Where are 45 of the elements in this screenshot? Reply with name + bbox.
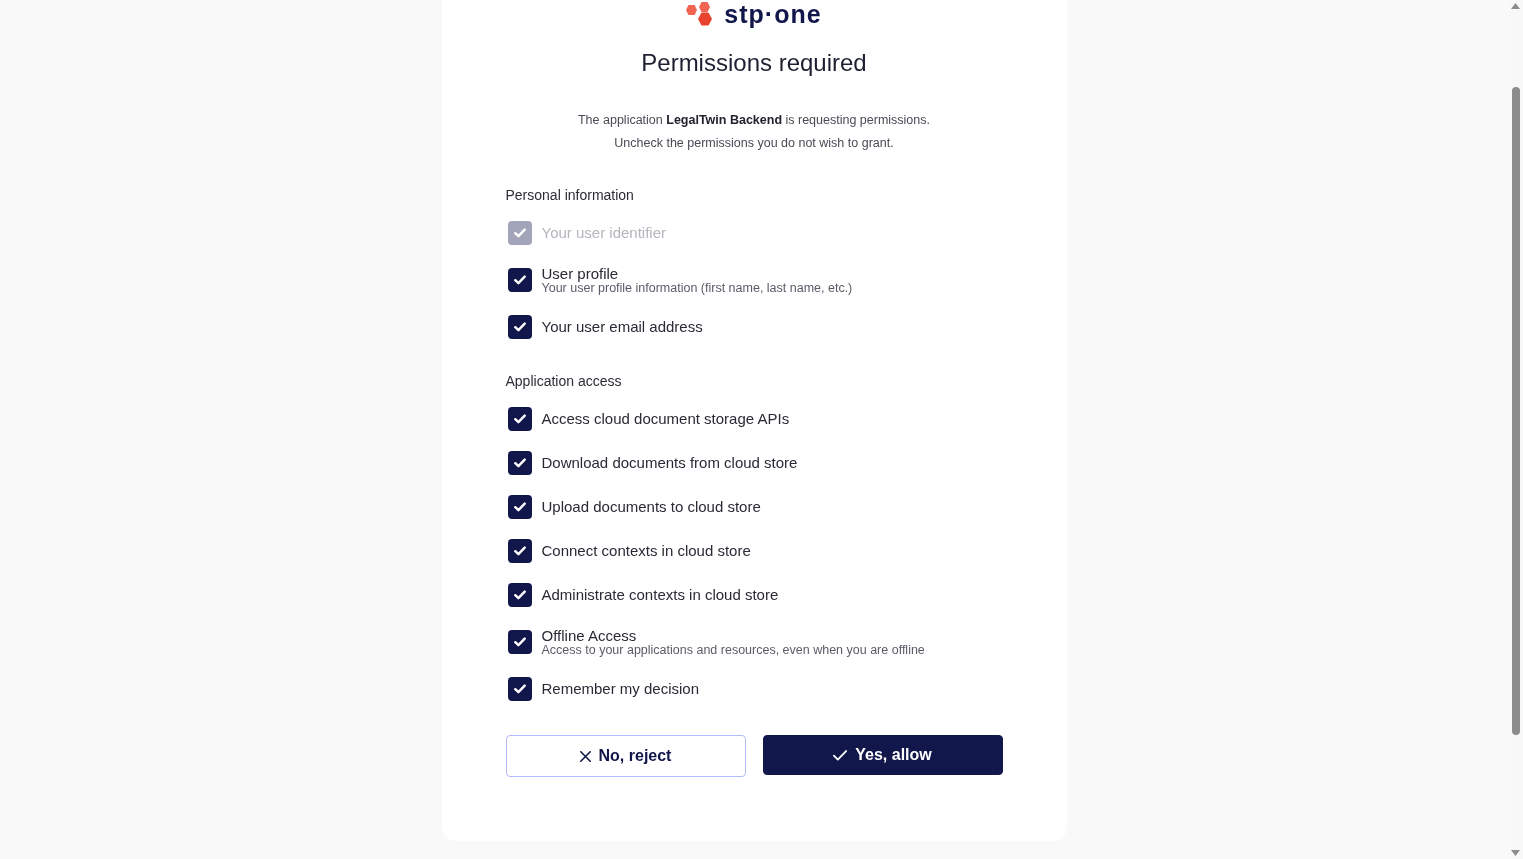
checkbox[interactable]	[507, 315, 532, 339]
checkbox[interactable]	[507, 630, 532, 654]
permission-label: Download documents from cloud store	[541, 453, 798, 473]
check-icon	[513, 546, 526, 556]
page-title: Permissions required	[640, 48, 868, 78]
check-icon	[513, 637, 526, 647]
intro-text: Uncheck the permissions you do not wish to grant.	[614, 135, 894, 152]
allow-button[interactable]: Yes, allow	[762, 735, 1003, 775]
permission-label: Your user identifier	[541, 223, 667, 243]
section-heading: Personal information	[505, 186, 635, 205]
permission-description: Your user profile information (first name, last name, etc.)	[541, 282, 853, 295]
permission-label: Administrate contexts in cloud store	[541, 585, 779, 605]
permission-label: Upload documents to cloud store	[541, 497, 761, 517]
permission-label: Offline Access	[541, 627, 638, 644]
checkbox[interactable]	[507, 407, 532, 431]
permission-label: Your user email address	[541, 317, 703, 337]
checkbox[interactable]	[507, 268, 532, 292]
permission-description: Access to your applications and resources, even when you are offline	[541, 644, 925, 657]
intro-text: The application LegalTwin Backend is requesting permissions.	[578, 112, 930, 129]
check-icon	[513, 322, 526, 332]
logo-wordmark: stp·one	[724, 1, 822, 27]
scrollbar-thumb[interactable]	[1511, 87, 1520, 735]
checkbox[interactable]	[507, 539, 532, 563]
section-heading: Application access	[505, 372, 623, 391]
close-icon	[579, 750, 591, 762]
check-icon	[513, 414, 526, 424]
check-icon	[513, 590, 526, 600]
reject-button[interactable]: No, reject	[505, 735, 746, 777]
checkbox[interactable]	[507, 495, 532, 519]
permission-label: User profile	[541, 265, 619, 282]
checkbox[interactable]	[507, 677, 532, 701]
permission-label: Connect contexts in cloud store	[541, 541, 751, 561]
check-icon	[513, 502, 526, 512]
checkbox[interactable]	[507, 451, 532, 475]
check-icon	[513, 228, 526, 238]
scroll-down-icon[interactable]	[1511, 850, 1520, 856]
permission-label: Access cloud document storage APIs	[541, 409, 790, 429]
check-icon	[513, 458, 526, 468]
scrollbar[interactable]	[1508, 0, 1523, 859]
scroll-up-icon[interactable]	[1511, 3, 1520, 9]
checkbox[interactable]	[507, 583, 532, 607]
check-icon	[833, 749, 848, 761]
check-icon	[513, 275, 526, 285]
check-icon	[513, 684, 526, 694]
permission-label: Remember my decision	[541, 679, 700, 699]
